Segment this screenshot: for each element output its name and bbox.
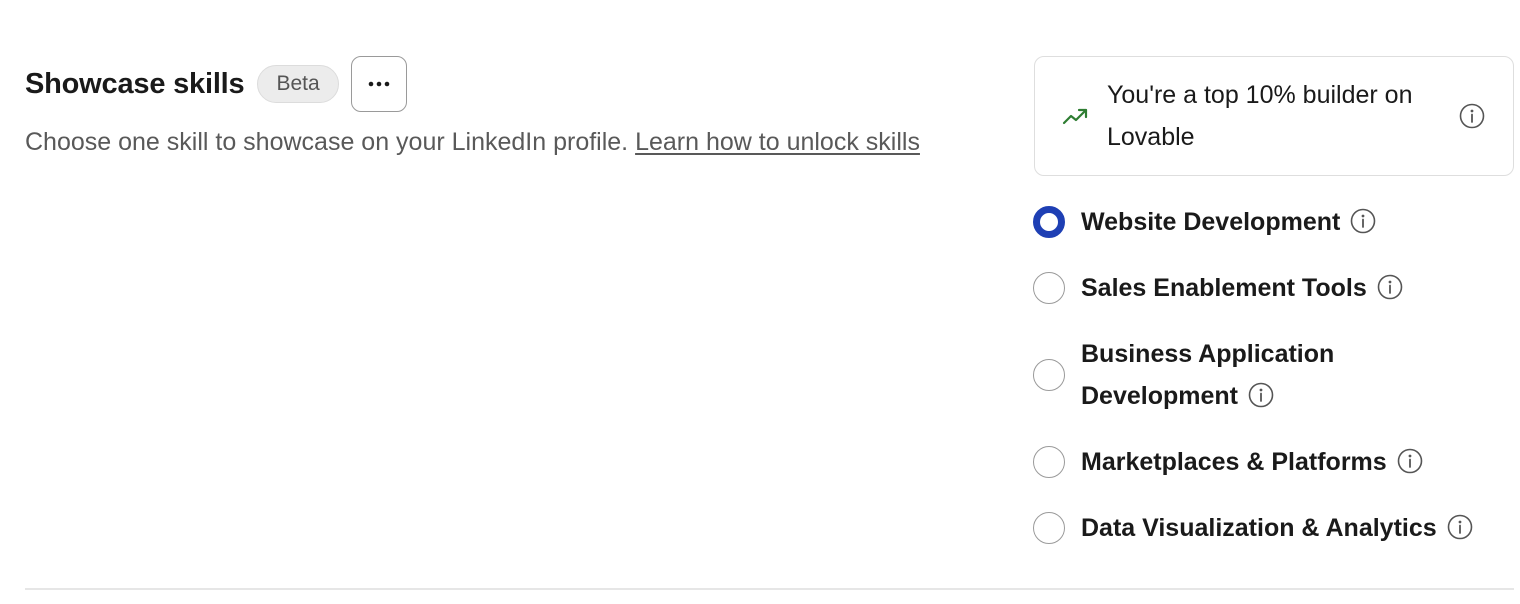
skill-option-label: Business Application Development [1081,333,1381,417]
info-icon[interactable] [1447,514,1473,540]
skill-option-label: Marketplaces & Platforms [1081,441,1423,483]
skill-option-data-visualization-analytics[interactable]: Data Visualization & Analytics [1033,507,1473,549]
skill-option-text: Data Visualization & Analytics [1081,514,1437,542]
skill-option-website-development[interactable]: Website Development [1033,201,1376,243]
info-icon[interactable] [1248,382,1274,408]
info-icon[interactable] [1397,448,1423,474]
showcase-skills-page: Showcase skills Beta Choose one skill to… [0,0,1520,604]
skill-option-label: Sales Enablement Tools [1081,267,1403,309]
status-card: You're a top 10% builder on Lovable [1034,56,1514,176]
radio-button[interactable] [1033,272,1065,304]
skill-option-marketplaces-platforms[interactable]: Marketplaces & Platforms [1033,441,1423,483]
skill-option-text: Sales Enablement Tools [1081,274,1367,302]
skill-option-label: Website Development [1081,201,1376,243]
title-row: Showcase skills Beta [25,56,955,112]
trending-up-icon [1062,108,1088,125]
skill-option-text: Marketplaces & Platforms [1081,448,1387,476]
info-icon[interactable] [1377,274,1403,300]
section-title: Showcase skills [25,67,245,100]
section-divider [25,588,1514,590]
beta-badge: Beta [257,65,339,103]
skill-option-label: Data Visualization & Analytics [1081,507,1473,549]
description-text: Choose one skill to showcase on your Lin… [25,128,629,156]
skill-option-text: Website Development [1081,208,1341,236]
more-options-button[interactable] [350,56,407,112]
radio-button[interactable] [1033,446,1065,478]
radio-button[interactable] [1033,359,1065,391]
info-icon[interactable] [1350,208,1376,234]
showcase-skills-header: Showcase skills Beta Choose one skill to… [25,56,955,163]
radio-button-checked[interactable] [1033,206,1065,238]
skill-option-sales-enablement-tools[interactable]: Sales Enablement Tools [1033,267,1403,309]
radio-button[interactable] [1033,512,1065,544]
skill-option-text: Business Application Development [1081,340,1335,410]
section-description: Choose one skill to showcase on your Lin… [25,121,955,163]
learn-unlock-skills-link[interactable]: Learn how to unlock skills [635,128,920,156]
skill-option-business-application-development[interactable]: Business Application Development [1033,333,1381,417]
ellipsis-icon [368,81,389,87]
info-icon[interactable] [1459,103,1485,129]
status-card-text: You're a top 10% builder on Lovable [1107,81,1413,151]
